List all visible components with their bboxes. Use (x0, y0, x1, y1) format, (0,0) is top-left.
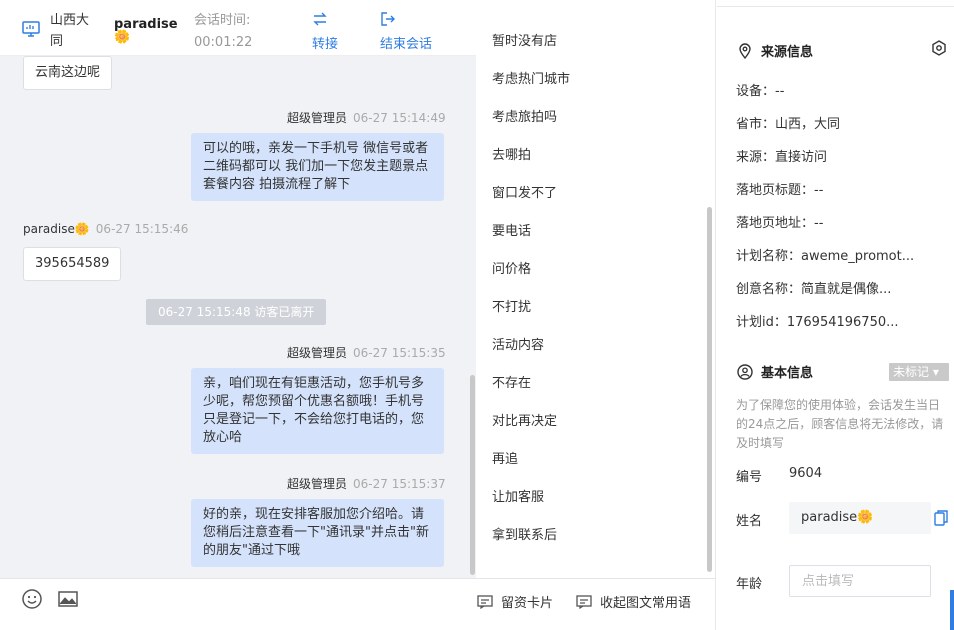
user-icon (737, 364, 753, 380)
quick-reply-item[interactable]: 去哪拍 (492, 147, 531, 165)
message-time: 06-27 15:15:35 (353, 346, 446, 360)
chat-workspace: 山西大同 paradise 🌼 会话时间: 00:01:22 转接 结束会话 云… (0, 0, 954, 630)
source-info-title: 来源信息 (737, 41, 813, 60)
session-time-value: 00:01:22 (194, 35, 253, 50)
name-label: 姓名 (736, 514, 763, 529)
quick-reply-item[interactable]: 再追 (492, 451, 518, 469)
emoji-icon[interactable] (21, 588, 43, 610)
image-icon[interactable] (57, 588, 79, 610)
quick-reply-item[interactable]: 让加客服 (492, 489, 544, 507)
sender-name: 超级管理员 (287, 346, 348, 360)
source-field: 来源：直接访问 (736, 150, 828, 165)
quick-reply-item[interactable]: 不打扰 (492, 299, 531, 317)
chat-header: 山西大同 paradise 🌼 会话时间: 00:01:22 转接 结束会话 (0, 0, 476, 56)
tag-dropdown-label: 未标记 (893, 365, 930, 379)
sender-name: 超级管理员 (287, 111, 348, 125)
settings-icon[interactable] (931, 40, 947, 56)
collapse-phrases-button[interactable]: 收起图文常用语 (576, 592, 691, 611)
chevron-down-icon: ▾ (929, 365, 939, 379)
visitor-emoji: 🌼 (114, 30, 131, 45)
message-meta: 超级管理员 06-27 15:15:35 (287, 344, 446, 361)
id-value: 9604 (789, 466, 823, 481)
quick-reply-item[interactable]: 要电话 (492, 223, 531, 241)
transfer-label: 转接 (312, 37, 339, 52)
monitor-icon (22, 21, 40, 37)
end-session-label: 结束会话 (380, 37, 433, 52)
quick-reply-item[interactable]: 考虑热门城市 (492, 71, 570, 89)
quick-reply-item[interactable]: 活动内容 (492, 337, 544, 355)
sender-name: paradise🌼 (23, 222, 90, 236)
message-time: 06-27 15:15:46 (95, 222, 189, 236)
edit-deadline-notice: 为了保障您的使用体验，会话发生当日的24点之后，顾客信息将无法修改，请及时填写 (736, 398, 944, 450)
plan-id-field: 计划id：176954196750... (736, 315, 899, 330)
creative-name-field: 创意名称：简直就是偶像... (736, 282, 892, 297)
plan-name-field: 计划名称：aweme_promot... (736, 249, 915, 264)
exit-icon (381, 12, 395, 26)
collapse-icon (576, 595, 592, 609)
message-time: 06-27 15:15:37 (353, 477, 446, 491)
system-notice: 06-27 15:15:48 访客已离开 (146, 299, 327, 325)
name-field[interactable]: paradise🌼 (789, 502, 931, 534)
id-label: 编号 (736, 470, 763, 485)
agent-message: 亲，咱们现在有钜惠活动，您手机号多少呢，帮您预留个优惠名额哦！手机号只是登记一下… (191, 368, 444, 454)
source-info-label: 来源信息 (761, 45, 814, 60)
transfer-button[interactable]: 转接 (312, 11, 338, 52)
quick-reply-scrollbar[interactable] (707, 207, 712, 572)
quick-reply-item[interactable]: 暂时没有店 (492, 33, 557, 51)
location-pin-icon (739, 43, 751, 59)
landing-title-field: 落地页标题：-- (736, 183, 824, 198)
province-field: 省市：山西，大同 (736, 117, 841, 132)
message-meta: 超级管理员 06-27 15:14:49 (287, 109, 446, 126)
message-list[interactable]: 云南这边呢 超级管理员 06-27 15:14:49 可以的哦，亲发一下手机号 微… (0, 56, 476, 578)
age-label: 年龄 (736, 577, 763, 592)
quick-reply-item[interactable]: 对比再决定 (492, 413, 557, 431)
quick-reply-item[interactable]: 不存在 (492, 375, 531, 393)
chat-input-toolbar (0, 578, 476, 630)
quick-reply-footer: 留资卡片 收起图文常用语 (476, 578, 716, 630)
quick-reply-item[interactable]: 考虑旅拍吗 (492, 109, 557, 127)
quick-reply-item[interactable]: 问价格 (492, 261, 531, 279)
agent-message: 好的亲，现在安排客服加您介绍哈。请您稍后注意查看一下"通讯录"并点击"新的朋友"… (191, 499, 444, 567)
basic-info-label: 基本信息 (761, 366, 814, 381)
collapse-phrases-label: 收起图文常用语 (600, 596, 692, 611)
landing-url-field: 落地页地址：-- (736, 216, 824, 231)
chat-scrollbar[interactable] (470, 375, 475, 575)
lead-card-button[interactable]: 留资卡片 (477, 592, 553, 611)
quick-reply-item[interactable]: 拿到联系后 (492, 527, 557, 545)
quick-reply-item[interactable]: 窗口发不了 (492, 185, 557, 203)
card-icon (477, 595, 493, 609)
chat-panel: 山西大同 paradise 🌼 会话时间: 00:01:22 转接 结束会话 云… (0, 0, 476, 630)
basic-info-title: 基本信息 (737, 362, 813, 381)
message-meta: paradise🌼 06-27 15:15:46 (23, 222, 188, 236)
lead-card-label: 留资卡片 (501, 596, 554, 611)
tag-dropdown[interactable]: 未标记 ▾ (889, 363, 949, 381)
end-session-button[interactable]: 结束会话 (380, 11, 432, 52)
quick-reply-panel: 暂时没有店 考虑热门城市 考虑旅拍吗 去哪拍 窗口发不了 要电话 问价格 不打扰… (476, 0, 716, 630)
sender-name: 超级管理员 (287, 477, 348, 491)
visitor-location: 山西大同 (50, 13, 90, 49)
session-time-label: 会话时间: (194, 13, 251, 28)
visitor-message: 395654589 (23, 247, 122, 281)
copy-icon[interactable] (934, 510, 948, 526)
device-field: 设备：-- (736, 84, 785, 99)
message-meta: 超级管理员 06-27 15:15:37 (287, 475, 446, 492)
visitor-message: 云南这边呢 (23, 56, 113, 90)
message-time: 06-27 15:14:49 (353, 111, 446, 125)
side-tab-handle[interactable] (950, 590, 954, 630)
age-input[interactable] (789, 565, 931, 597)
divider (717, 6, 954, 7)
agent-message: 可以的哦，亲发一下手机号 微信号或者二维码都可以 我们加一下您发主题景点套餐内容… (191, 133, 444, 201)
visitor-info-panel: 来源信息 设备：-- 省市：山西，大同 来源：直接访问 落地页标题：-- 落地页… (717, 0, 954, 630)
transfer-icon (313, 12, 327, 26)
